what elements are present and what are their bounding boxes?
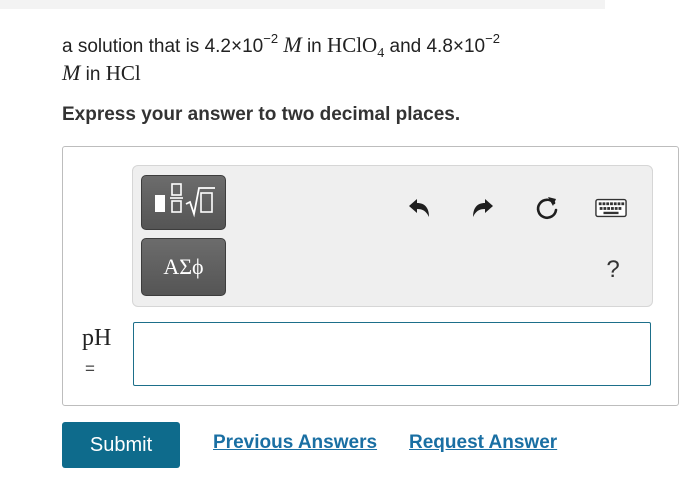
question-line-2: M in HCl: [62, 60, 662, 88]
question-line-1: a solution that is 4.2×10−2 M in HClO4 a…: [62, 30, 662, 61]
exponent-2: −2: [485, 30, 500, 46]
in-text-1: in: [301, 36, 328, 57]
reset-icon[interactable]: [531, 192, 563, 224]
math-toolbar: ΑΣϕ ?: [132, 165, 653, 307]
ph-label: pH: [82, 325, 112, 351]
concentration-2: and 4.8×10: [384, 36, 486, 57]
request-answer-link[interactable]: Request Answer: [409, 432, 557, 454]
fraction-sqrt-template-icon: [149, 182, 219, 223]
molarity-unit-1: M: [283, 32, 302, 57]
previous-answers-link[interactable]: Previous Answers: [213, 432, 377, 454]
keyboard-icon[interactable]: [595, 192, 627, 224]
redo-icon[interactable]: [467, 192, 499, 224]
undo-icon[interactable]: [403, 192, 435, 224]
top-divider-bar: [0, 0, 605, 9]
question-text: a solution that is 4.2×10−2 M in HClO4 a…: [62, 32, 662, 88]
greek-symbols-button[interactable]: ΑΣϕ: [141, 238, 226, 296]
acid-1-formula: HClO: [327, 33, 378, 57]
help-button[interactable]: ?: [599, 254, 627, 286]
concentration-1: a solution that is 4.2×10: [62, 36, 264, 57]
ph-answer-input[interactable]: [133, 322, 651, 386]
instruction-text: Express your answer to two decimal place…: [62, 104, 461, 125]
exponent-1: −2: [263, 30, 279, 46]
molarity-unit-2: M: [62, 60, 81, 85]
submit-button[interactable]: Submit: [62, 422, 180, 468]
in-text-2: in: [80, 64, 106, 85]
equals-label: =: [85, 359, 95, 378]
acid-2-formula: HCl: [105, 61, 141, 85]
templates-button[interactable]: [141, 175, 226, 230]
answer-panel: ΑΣϕ ? pH =: [62, 146, 679, 406]
